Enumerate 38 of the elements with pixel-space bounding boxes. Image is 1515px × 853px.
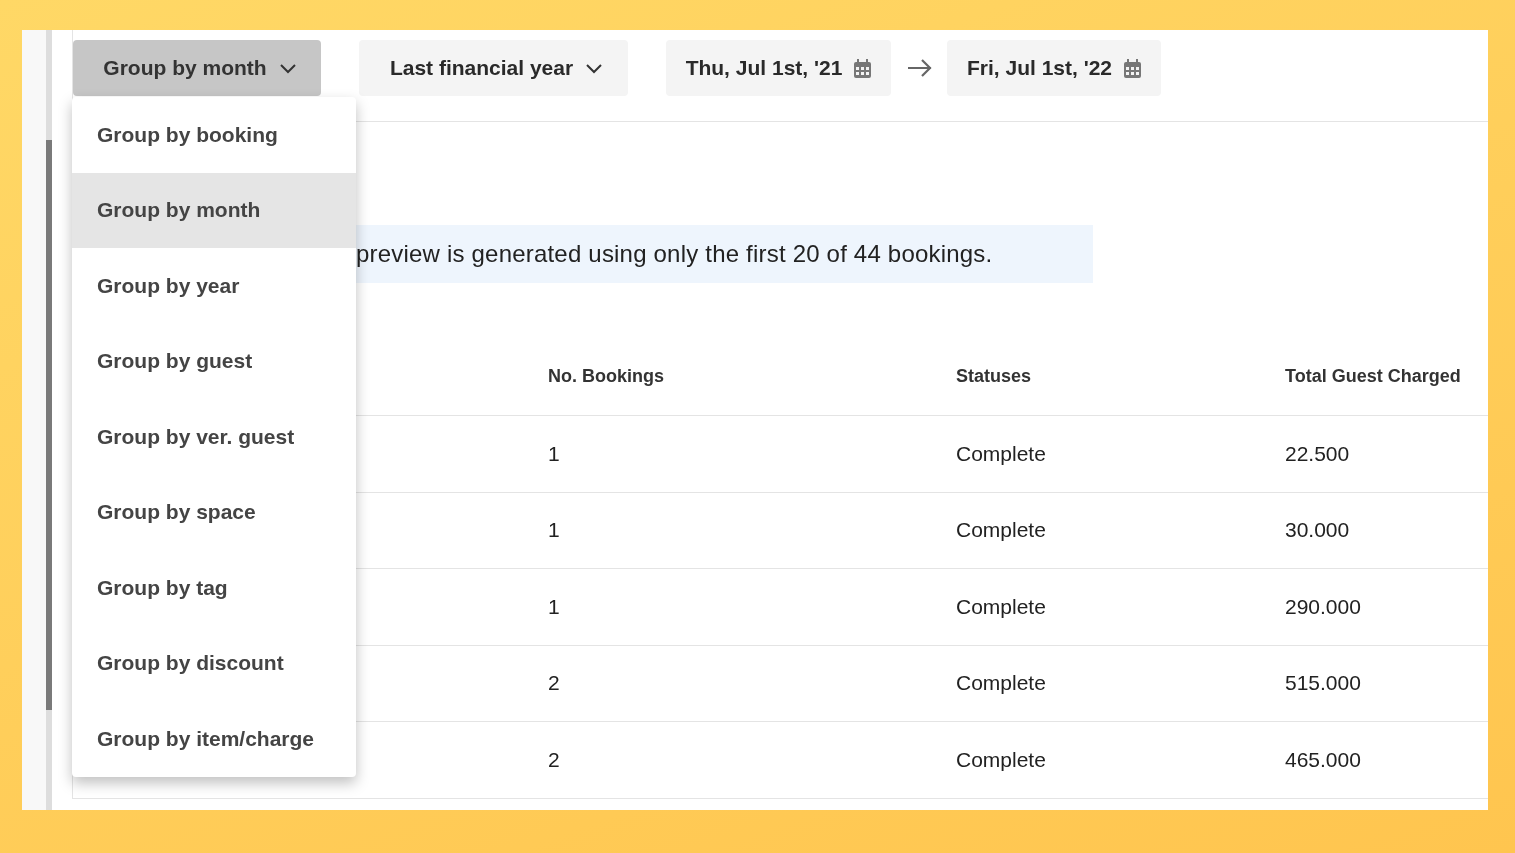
table-cell-text: Complete xyxy=(956,594,1047,619)
table-cell-text: 1 xyxy=(548,518,561,543)
table-cell-text: 22.500 xyxy=(1285,441,1351,466)
menu-item[interactable]: Group by discount xyxy=(72,625,356,701)
menu-item[interactable]: Group by space xyxy=(72,474,356,550)
menu-item[interactable]: Group by item/charge xyxy=(72,701,356,777)
menu-item[interactable]: Group by booking xyxy=(72,97,356,173)
group-by-dropdown[interactable]: Group by month xyxy=(73,40,321,96)
period-dropdown[interactable]: Last financial year xyxy=(359,40,628,96)
arrow-right-icon xyxy=(907,58,933,78)
end-date-field[interactable]: Fri, Jul 1st, '22 xyxy=(947,40,1161,96)
start-date-field[interactable]: Thu, Jul 1st, '21 xyxy=(666,40,891,96)
menu-item[interactable]: Group by ver. guest xyxy=(72,399,356,475)
menu-item[interactable]: Group by year xyxy=(72,248,356,324)
table-cell-text: 1 xyxy=(548,441,561,466)
scrollbar-thumb[interactable] xyxy=(46,140,52,710)
table-cell-text: 465.000 xyxy=(1285,747,1362,772)
table-cell-text: 2 xyxy=(548,747,561,772)
chevron-icon xyxy=(278,62,297,74)
column-header: Statuses xyxy=(956,366,1033,387)
menu-item[interactable]: Group by tag xyxy=(72,550,356,626)
info-banner: preview is generated using only the first 20 of 44 bookings. xyxy=(356,225,1093,283)
calendar-icon xyxy=(854,58,872,78)
menu-item[interactable]: Group by guest xyxy=(72,323,356,399)
menu-item[interactable]: Group by month xyxy=(72,172,356,248)
table-cell-text: Complete xyxy=(956,441,1047,466)
table-cell-text: 1 xyxy=(548,594,561,619)
calendar-icon xyxy=(1124,58,1142,78)
table-cell-text: Complete xyxy=(956,518,1047,543)
chevron-icon xyxy=(585,62,604,74)
table-cell-text: 290.000 xyxy=(1285,594,1362,619)
table-cell-text: Complete xyxy=(956,671,1047,696)
column-header: Total Guest Charged xyxy=(1285,366,1462,387)
table-cell-text: 30.000 xyxy=(1285,518,1351,543)
table-cell-text: 515.000 xyxy=(1285,671,1362,696)
table-cell-text: Complete xyxy=(956,747,1047,772)
table-cell-text: 2 xyxy=(548,671,561,696)
column-header: No. Bookings xyxy=(548,366,665,387)
